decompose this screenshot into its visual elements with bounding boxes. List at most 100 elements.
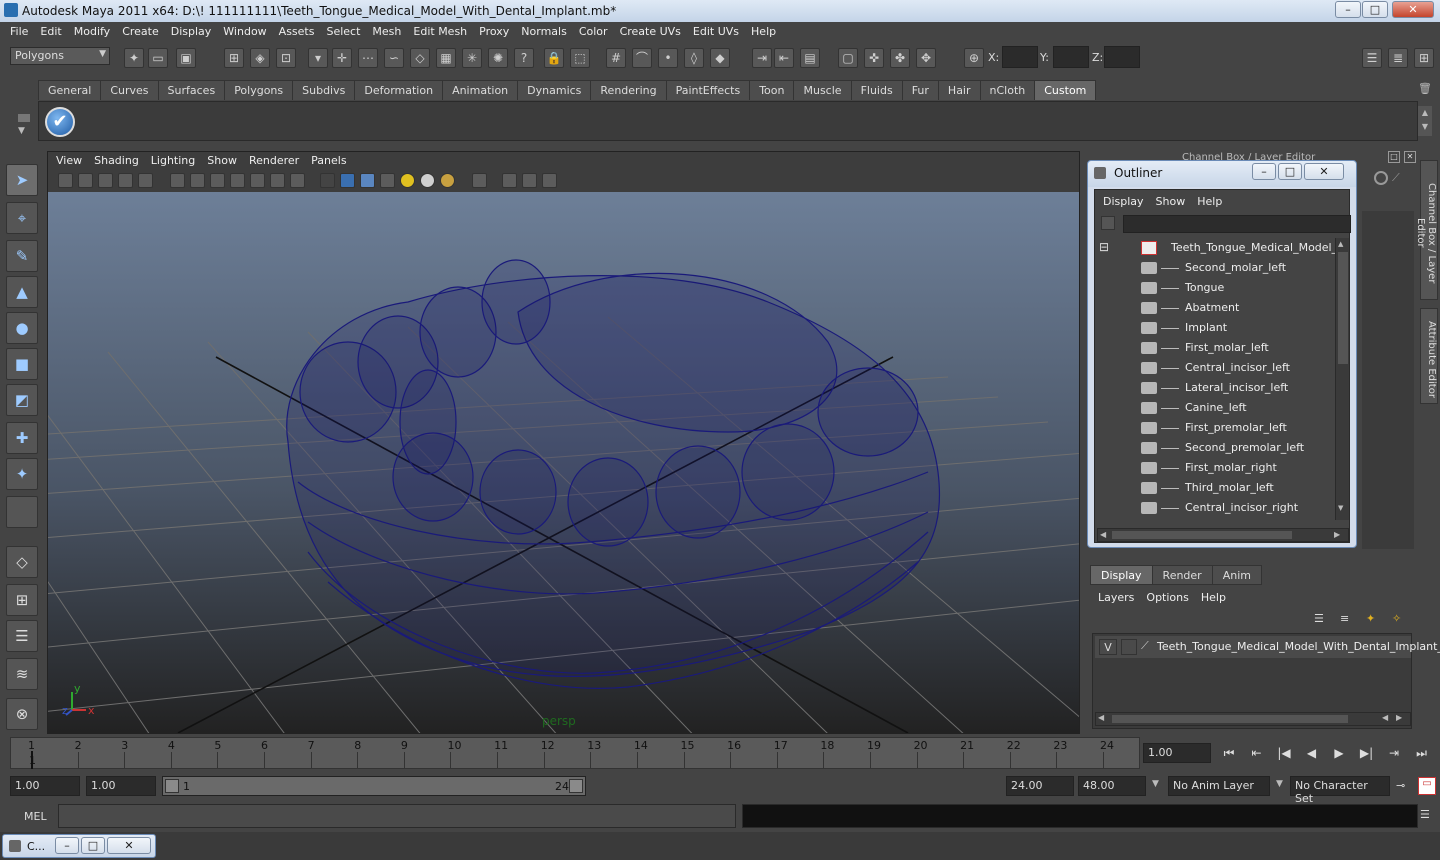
shelf-tab-polygons[interactable]: Polygons (224, 80, 294, 100)
outliner-vertical-scrollbar[interactable]: ▲ ▼ (1335, 238, 1349, 520)
manipulator-tool-icon[interactable]: ◩ (6, 384, 38, 416)
highlight-selection-icon[interactable]: ⬚ (570, 48, 590, 68)
shelf-handle[interactable]: ▼ (12, 80, 32, 140)
menu-mesh[interactable]: Mesh (366, 22, 407, 41)
graph-layout-icon[interactable]: ≋ (6, 658, 38, 690)
menu-color[interactable]: Color (573, 22, 614, 41)
range-end-handle[interactable] (569, 779, 583, 793)
new-layer-selected-icon[interactable]: ✧ (1392, 612, 1410, 628)
outliner-item[interactable]: Lateral_incisor_left (1095, 378, 1335, 398)
vp-menu-view[interactable]: View (50, 152, 88, 169)
safe-action-icon[interactable] (270, 173, 285, 188)
maximize-button[interactable]: □ (1362, 1, 1388, 18)
scale-tool-icon[interactable]: ■ (6, 348, 38, 380)
toggle-tool-settings-icon[interactable]: ⊞ (1414, 48, 1434, 68)
layer-menu-options[interactable]: Options (1140, 588, 1194, 607)
shelf-tab-deformation[interactable]: Deformation (354, 80, 444, 100)
field-chart-icon[interactable] (250, 173, 265, 188)
playback-start-field[interactable]: 1.00 (86, 776, 156, 796)
resolution-gate-icon[interactable] (210, 173, 225, 188)
shelf-tab-hair[interactable]: Hair (937, 80, 981, 100)
anim-layer-dropdown[interactable]: No Anim Layer (1168, 776, 1270, 796)
menu-modify[interactable]: Modify (68, 22, 116, 41)
outliner-item[interactable]: Canine_left (1095, 398, 1335, 418)
vp-menu-lighting[interactable]: Lighting (145, 152, 201, 169)
shelf-tab-rendering[interactable]: Rendering (590, 80, 667, 100)
menu-display[interactable]: Display (165, 22, 218, 41)
shelf-tab-curves[interactable]: Curves (100, 80, 159, 100)
x-field[interactable] (1002, 46, 1038, 68)
select-rendering-icon[interactable]: ✺ (488, 48, 508, 68)
filter-icon[interactable]: ▾ (308, 48, 328, 68)
layer-scroll-right-icon[interactable]: ▶ (1396, 713, 1402, 722)
shelf-tab-custom[interactable]: Custom (1034, 80, 1097, 100)
menu-create[interactable]: Create (116, 22, 165, 41)
outliner-item[interactable]: Implant (1095, 318, 1335, 338)
side-tab-channel-box[interactable]: Channel Box / Layer Editor (1415, 160, 1438, 300)
outliner-menu-help[interactable]: Help (1191, 192, 1228, 211)
layer-horizontal-scrollbar[interactable]: ◀ ◀ ▶ (1095, 712, 1411, 726)
xray-icon[interactable] (502, 173, 517, 188)
h-scroll-thumb[interactable] (1112, 531, 1292, 539)
mel-label[interactable]: MEL (24, 810, 47, 823)
outliner-layout-icon[interactable]: ☰ (6, 620, 38, 652)
film-gate-icon[interactable] (190, 173, 205, 188)
outliner-item[interactable]: Central_incisor_left (1095, 358, 1335, 378)
outliner-item[interactable]: Second_molar_left (1095, 258, 1335, 278)
layer-editor-toggle-icon[interactable]: ⟋ (1392, 171, 1406, 185)
outliner-filter-input[interactable] (1123, 215, 1351, 233)
hypershade-layout-icon[interactable]: ⊗ (6, 698, 38, 730)
shelf-tab-ncloth[interactable]: nCloth (979, 80, 1036, 100)
outliner-item[interactable]: Third_molar_left (1095, 478, 1335, 498)
animation-end-field[interactable]: 48.00 (1078, 776, 1146, 796)
shelf-tab-animation[interactable]: Animation (442, 80, 519, 100)
outliner-item[interactable]: Tongue (1095, 278, 1335, 298)
toggle-channel-box-icon[interactable]: ☰ (1362, 48, 1382, 68)
save-scene-icon[interactable]: ▣ (176, 48, 196, 68)
toggle-attribute-editor-icon[interactable]: ≣ (1388, 48, 1408, 68)
show-manipulator-icon[interactable]: ✦ (6, 458, 38, 490)
z-field[interactable] (1104, 46, 1140, 68)
new-layer-icon[interactable]: ✦ (1366, 612, 1384, 628)
input-ops-icon[interactable]: ⇥ (752, 48, 772, 68)
hud-icon[interactable] (542, 173, 557, 188)
current-time-field[interactable]: 1.00 (1143, 743, 1211, 763)
shelf-tab-surfaces[interactable]: Surfaces (157, 80, 226, 100)
viewport-canvas[interactable]: y x z persp (48, 192, 1079, 733)
range-slider[interactable]: 1 24 (162, 776, 586, 796)
animation-start-field[interactable]: 1.00 (10, 776, 80, 796)
step-back-key-icon[interactable]: ⇤ (1246, 746, 1268, 764)
outliner-item[interactable]: Abatment (1095, 298, 1335, 318)
four-view-layout-icon[interactable]: ⊞ (6, 584, 38, 616)
play-backwards-icon[interactable]: ◀ (1301, 746, 1323, 764)
scroll-down-icon[interactable]: ▼ (1338, 504, 1348, 514)
panel-float-icon[interactable]: □ (1388, 151, 1400, 163)
snap-curve-icon[interactable]: ⌒ (632, 48, 652, 68)
vp-menu-panels[interactable]: Panels (305, 152, 352, 169)
paint-select-tool-icon[interactable]: ✎ (6, 240, 38, 272)
output-ops-icon[interactable]: ⇤ (774, 48, 794, 68)
minimize-button[interactable]: – (1335, 1, 1361, 18)
shelf-scroll-arrows[interactable]: ▲ ▼ (1418, 106, 1432, 136)
layer-scroll-left2-icon[interactable]: ◀ (1382, 713, 1388, 722)
isolate-select-icon[interactable] (472, 173, 487, 188)
grease-pencil-icon[interactable] (138, 173, 153, 188)
menu-set-dropdown[interactable]: Polygons ▼ (10, 47, 110, 65)
select-deformations-icon[interactable]: ▦ (436, 48, 456, 68)
single-perspective-layout-icon[interactable]: ◇ (6, 546, 38, 578)
menu-file[interactable]: File (4, 22, 34, 41)
close-button[interactable]: ✕ (1392, 1, 1434, 18)
trash-icon[interactable]: 🗑 (1418, 82, 1434, 98)
channel-box-toggle-icon[interactable] (1374, 171, 1388, 185)
snap-view-plane-icon[interactable]: ◊ (684, 48, 704, 68)
character-set-chevron-icon[interactable]: ▼ (1274, 776, 1288, 796)
shelf-tab-dynamics[interactable]: Dynamics (517, 80, 592, 100)
make-live-icon[interactable]: ◆ (710, 48, 730, 68)
shelf-tab-subdivs[interactable]: Subdivs (292, 80, 356, 100)
playback-end-field[interactable]: 24.00 (1006, 776, 1074, 796)
bookmark-icon[interactable] (98, 173, 113, 188)
select-curves-icon[interactable]: ∽ (384, 48, 404, 68)
scroll-left-icon[interactable]: ◀ (1100, 530, 1106, 539)
select-component-icon[interactable]: ⊡ (276, 48, 296, 68)
outliner-minimize-button[interactable]: – (1252, 163, 1276, 180)
